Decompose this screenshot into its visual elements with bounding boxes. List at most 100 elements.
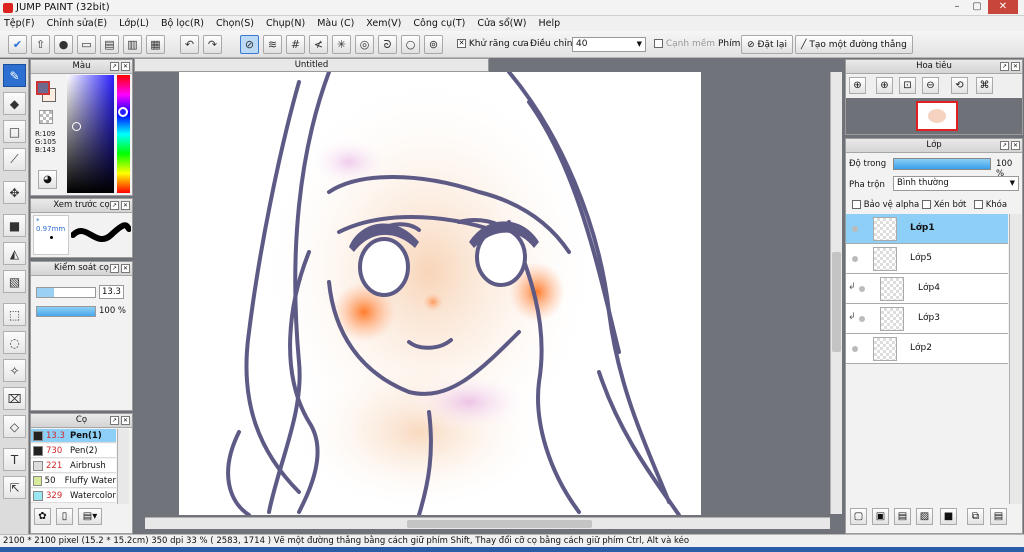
operation-tool-icon[interactable]: ⇱: [3, 476, 26, 499]
panel-undock-icon[interactable]: ↗: [110, 264, 119, 273]
reset-button[interactable]: ⊘ Đặt lại: [741, 35, 793, 54]
layer-list-scrollbar[interactable]: [1009, 214, 1022, 504]
brush-item[interactable]: 221 Airbrush: [31, 459, 116, 473]
eye-icon[interactable]: [852, 346, 858, 352]
document-tab[interactable]: Untitled: [134, 58, 489, 72]
clip-checkbox[interactable]: Xén bớt: [922, 200, 966, 210]
select-pen-tool-icon[interactable]: ⌧: [3, 387, 26, 410]
panel-undock-icon[interactable]: ↗: [110, 62, 119, 71]
blend-mode-select[interactable]: Bình thường ▼: [893, 176, 1019, 191]
protect-alpha-checkbox[interactable]: Bảo vệ alpha: [852, 200, 919, 210]
curve-ruler-icon[interactable]: ᘐ: [378, 35, 397, 54]
brush-size-slider[interactable]: [36, 287, 96, 298]
palette-icon[interactable]: ◕: [38, 170, 57, 189]
eye-icon[interactable]: [859, 286, 865, 292]
layer-item[interactable]: Lớp5: [846, 244, 1008, 274]
eraser-tool-icon[interactable]: ◆: [3, 92, 26, 115]
brush-size-input[interactable]: 13.3: [99, 285, 124, 299]
layer-item[interactable]: ↲ Lớp4: [846, 274, 1008, 304]
eye-icon[interactable]: [852, 256, 858, 262]
gradient-tool-icon[interactable]: ▧: [3, 270, 26, 293]
transparent-color-swatch[interactable]: [39, 110, 53, 124]
ellipse-ruler-icon[interactable]: ○: [401, 35, 420, 54]
maximize-button[interactable]: ▢: [968, 0, 986, 14]
drawing-canvas[interactable]: [179, 72, 701, 515]
move-tool-icon[interactable]: ✥: [3, 181, 26, 204]
brush-item[interactable]: 50 Fluffy Water: [31, 474, 116, 488]
panel-close-icon[interactable]: ✕: [121, 264, 130, 273]
brush-add-icon[interactable]: ✿: [34, 508, 51, 525]
adjust-select[interactable]: 40 ▼: [572, 37, 646, 52]
rotate-icon[interactable]: ⟲: [951, 77, 968, 94]
reset-view-icon[interactable]: ⌘: [976, 77, 993, 94]
panel-close-icon[interactable]: ✕: [121, 201, 130, 210]
sv-picker-cursor[interactable]: [72, 122, 81, 131]
navigator-view[interactable]: [846, 98, 1022, 134]
close-button[interactable]: ✕: [988, 0, 1018, 14]
duplicate-layer-icon[interactable]: ⧉: [967, 508, 984, 525]
line-tool-icon[interactable]: ⟋: [3, 148, 26, 171]
menu-file[interactable]: Tệp(F): [4, 18, 35, 29]
new-icon[interactable]: ✔: [8, 35, 27, 54]
new-layer-icon[interactable]: ▢: [850, 508, 867, 525]
antialias-checkbox[interactable]: ✕ Khử răng cưa: [457, 39, 529, 49]
magic-wand-tool-icon[interactable]: ✧: [3, 359, 26, 382]
layer-item[interactable]: Lớp2: [846, 334, 1008, 364]
parallel-ruler-icon[interactable]: ≋: [263, 35, 282, 54]
brush-item[interactable]: 13.3 Pen(1): [31, 429, 116, 443]
menu-view[interactable]: Xem(V): [366, 18, 401, 29]
hue-slider[interactable]: [117, 75, 130, 193]
new-layer-1bit-icon[interactable]: ▤: [894, 508, 911, 525]
panel-close-icon[interactable]: ✕: [1011, 141, 1020, 150]
undo-icon[interactable]: ↶: [180, 35, 199, 54]
menu-tools[interactable]: Công cụ(T): [413, 18, 465, 29]
lock-checkbox[interactable]: Khóa: [974, 200, 1007, 210]
comment-icon[interactable]: ●: [54, 35, 73, 54]
eye-icon[interactable]: [852, 226, 858, 232]
rect-select-tool-icon[interactable]: ⬚: [3, 303, 26, 326]
hue-slider-thumb[interactable]: [118, 107, 128, 117]
new-halftone-layer-icon[interactable]: ▨: [916, 508, 933, 525]
minimize-button[interactable]: –: [948, 0, 966, 14]
pen-tool-icon[interactable]: ✎: [3, 64, 26, 87]
select-eraser-tool-icon[interactable]: ◇: [3, 415, 26, 438]
menu-edit[interactable]: Chỉnh sửa(E): [47, 18, 108, 29]
ruler-off-icon[interactable]: ⊘: [240, 35, 259, 54]
panel-undock-icon[interactable]: ↗: [1000, 62, 1009, 71]
symmetry-ruler-icon[interactable]: ⊚: [424, 35, 443, 54]
canvas-horizontal-scrollbar[interactable]: [145, 517, 830, 529]
zoom-out-icon[interactable]: ⊖: [922, 77, 939, 94]
straight-line-button[interactable]: ╱ Tạo một đường thẳng: [795, 35, 913, 54]
layer-item[interactable]: ↲ Lớp3: [846, 304, 1008, 334]
fit-window-icon[interactable]: ⊡: [899, 77, 916, 94]
layer-item[interactable]: Lớp1: [846, 214, 1008, 244]
lasso-tool-icon[interactable]: ◌: [3, 331, 26, 354]
cross-ruler-icon[interactable]: #: [286, 35, 305, 54]
menu-window[interactable]: Cửa sổ(W): [477, 18, 526, 29]
eye-icon[interactable]: [859, 316, 865, 322]
brush-new-icon[interactable]: ▯: [56, 508, 73, 525]
navigator-thumbnail[interactable]: [916, 101, 958, 131]
menu-help[interactable]: Help: [538, 18, 560, 29]
primary-color-swatch[interactable]: [36, 81, 50, 95]
chat-icon[interactable]: ▭: [77, 35, 96, 54]
export-icon[interactable]: ⇧: [31, 35, 50, 54]
redo-icon[interactable]: ↷: [203, 35, 222, 54]
layer-menu-icon[interactable]: ▤: [990, 508, 1007, 525]
shape-tool-icon[interactable]: □: [3, 120, 26, 143]
panel-undock-icon[interactable]: ↗: [110, 201, 119, 210]
panel-undock-icon[interactable]: ↗: [110, 416, 119, 425]
grid-icon[interactable]: ▦: [146, 35, 165, 54]
panel-close-icon[interactable]: ✕: [121, 62, 130, 71]
menu-select[interactable]: Chọn(S): [216, 18, 254, 29]
new-layer-8bit-icon[interactable]: ▣: [872, 508, 889, 525]
panel-close-icon[interactable]: ✕: [1011, 62, 1020, 71]
zoom-in-alt-icon[interactable]: ⊕: [876, 77, 893, 94]
horizontal-scroll-thumb[interactable]: [407, 520, 592, 528]
text-tool-icon[interactable]: T: [3, 448, 26, 471]
saturation-value-picker[interactable]: [67, 75, 114, 193]
bucket-tool-icon[interactable]: ◭: [3, 242, 26, 265]
zoom-in-icon[interactable]: ⊕: [849, 77, 866, 94]
brush-opacity-slider[interactable]: [36, 306, 96, 317]
concentric-ruler-icon[interactable]: ◎: [355, 35, 374, 54]
